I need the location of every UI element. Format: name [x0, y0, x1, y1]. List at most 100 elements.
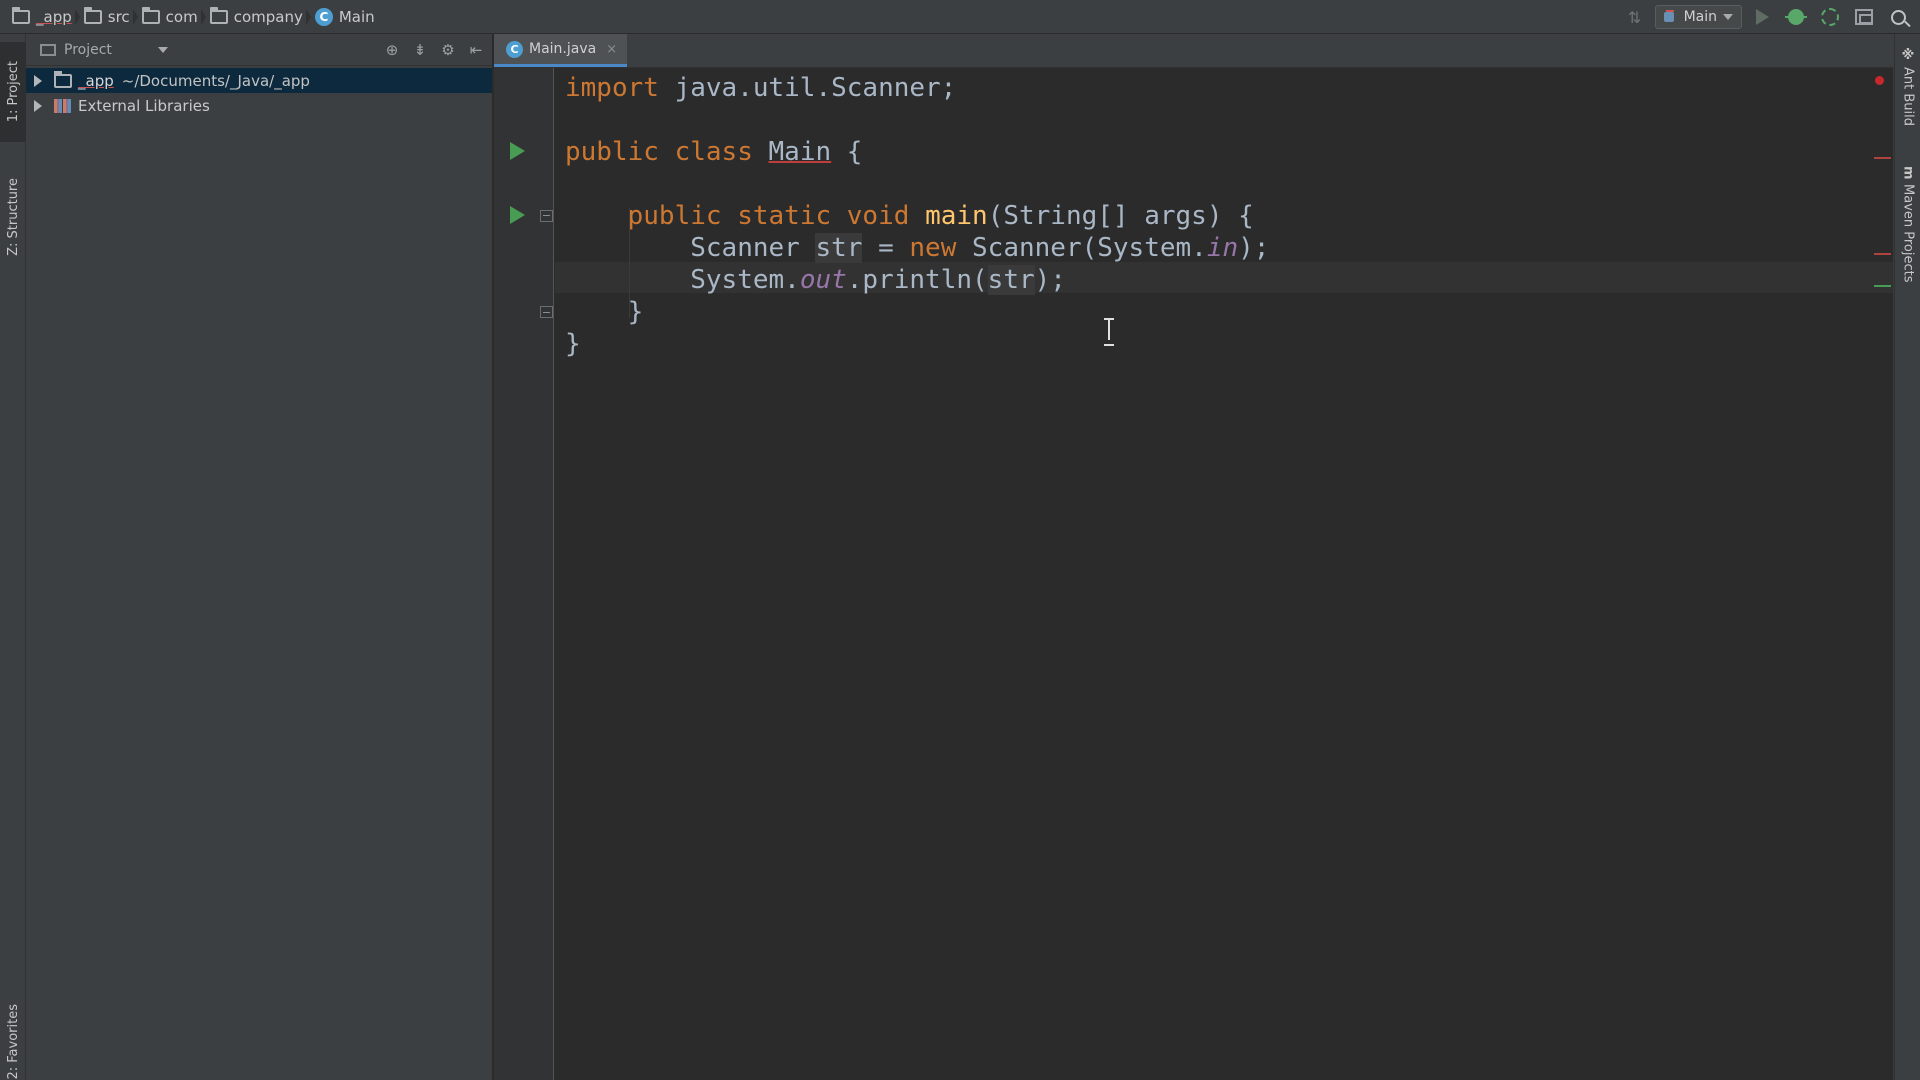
class-icon: C — [314, 7, 333, 26]
editor-tab-bar: C Main.java × — [494, 34, 1894, 68]
chevron-down-icon — [1723, 14, 1733, 20]
tool-tab-label: Maven Projects — [1900, 183, 1916, 283]
static-field: out — [799, 265, 847, 295]
project-view-select[interactable]: Project — [64, 42, 112, 58]
code-text: .println( — [846, 265, 988, 295]
keyword: public — [565, 137, 659, 167]
tool-tab-label: Z: Structure — [5, 178, 21, 256]
breadcrumb-label: Main — [338, 7, 375, 26]
scroll-from-source-icon[interactable]: ⊕ — [384, 41, 400, 59]
code-text: { — [831, 137, 863, 167]
class-name: Main — [768, 137, 832, 167]
vcs-update-icon[interactable]: ⇅ — [1621, 4, 1649, 30]
tool-tab-favorites[interactable]: 2: Favorites — [0, 964, 26, 1080]
code-editor[interactable]: import java.util.Scanner; public class M… — [555, 68, 1893, 1080]
tool-tab-label: Ant Build — [1900, 67, 1916, 126]
breadcrumb-app[interactable]: _app — [12, 0, 84, 33]
breadcrumb-main[interactable]: C Main — [314, 0, 387, 33]
left-tool-stripe: 1: Project Z: Structure 2: Favorites — [0, 34, 26, 1080]
project-tree: _app ~/Documents/_Java/_app External Lib… — [26, 66, 492, 118]
libraries-icon — [54, 98, 72, 113]
variable: str — [987, 265, 1035, 295]
hide-panel-icon[interactable]: ⇤ — [468, 41, 484, 59]
editor-tab-label: Main.java — [529, 41, 597, 57]
collapse-all-icon[interactable]: ⇟ — [412, 41, 428, 59]
code-line-1: import java.util.Scanner; — [565, 72, 956, 104]
expand-arrow-icon[interactable] — [34, 74, 42, 87]
folder-icon — [209, 6, 228, 24]
tree-item-name: External Libraries — [78, 96, 210, 115]
error-mark[interactable] — [1874, 157, 1891, 159]
tree-item-path: ~/Documents/_Java/_app — [121, 71, 310, 90]
breadcrumb-company[interactable]: company — [209, 0, 315, 33]
right-tool-stripe: ※ Ant Build m Maven Projects — [1894, 34, 1920, 1080]
error-mark[interactable] — [1874, 253, 1891, 255]
breadcrumb-label: _app — [36, 7, 72, 26]
tool-tab-ant-build[interactable]: ※ Ant Build — [1895, 48, 1920, 126]
gear-icon[interactable]: ⚙ — [440, 41, 456, 59]
ant-icon: ※ — [1900, 48, 1916, 63]
breadcrumb-label: src — [107, 7, 130, 26]
chevron-down-icon[interactable] — [157, 46, 168, 53]
variable: str — [815, 233, 863, 263]
project-view-icon — [40, 43, 56, 56]
editor-tab-main-java[interactable]: C Main.java × — [494, 34, 628, 67]
keyword: void — [846, 201, 910, 231]
run-class-icon[interactable] — [510, 142, 525, 160]
keyword: class — [674, 137, 753, 167]
tool-tab-structure[interactable]: Z: Structure — [0, 162, 26, 272]
bug-icon — [1785, 9, 1807, 25]
caret-mark — [1874, 285, 1891, 287]
code-text: } — [565, 329, 581, 359]
tree-item-app[interactable]: _app ~/Documents/_Java/_app — [26, 68, 492, 93]
tree-item-name: _app — [78, 71, 114, 90]
coverage-icon — [1821, 8, 1839, 26]
tool-tab-maven-projects[interactable]: m Maven Projects — [1895, 166, 1920, 282]
run-method-icon[interactable] — [510, 206, 525, 224]
fold-marker-icon[interactable] — [540, 210, 553, 222]
keyword: public — [627, 201, 722, 231]
folder-icon — [12, 6, 30, 24]
tree-item-external-libraries[interactable]: External Libraries — [26, 93, 492, 118]
code-line-9: } — [565, 328, 581, 360]
tool-tab-project[interactable]: 1: Project — [0, 42, 26, 142]
code-text: java.util.Scanner; — [658, 73, 957, 103]
code-text: (String[] args) { — [987, 201, 1254, 231]
keyword: import — [565, 73, 659, 103]
code-text: System. — [690, 265, 800, 295]
code-line-5: public static void main(String[] args) { — [565, 200, 1254, 232]
class-icon: C — [506, 40, 523, 58]
code-text: ); — [1238, 233, 1270, 263]
module-folder-icon — [54, 70, 72, 88]
folder-icon — [141, 6, 160, 24]
code-line-8: } — [565, 296, 644, 328]
run-button[interactable] — [1748, 4, 1776, 30]
text-cursor-icon — [1103, 318, 1115, 346]
project-panel-header: Project ⊕ ⇟ ⚙ ⇤ — [26, 34, 492, 66]
close-icon[interactable]: × — [606, 42, 617, 57]
code-line-3: public class Main { — [565, 136, 862, 168]
code-line-6: Scanner str = new Scanner(System.in); — [565, 232, 1269, 264]
code-text: Scanner(System. — [956, 233, 1207, 263]
code-text: ); — [1034, 265, 1066, 295]
code-line-7: System.out.println(str); — [565, 264, 1066, 296]
breadcrumb-com[interactable]: com — [141, 0, 210, 33]
search-everywhere-button[interactable] — [1884, 4, 1912, 30]
code-text: = — [862, 233, 910, 263]
application-icon — [1663, 10, 1678, 24]
maven-icon: m — [1900, 166, 1916, 180]
fold-marker-icon[interactable] — [540, 306, 553, 318]
folder-icon — [83, 6, 102, 24]
project-panel: Project ⊕ ⇟ ⚙ ⇤ _app ~/Documents/_Java/_… — [26, 34, 493, 1080]
project-structure-button[interactable] — [1850, 4, 1878, 30]
run-configuration-select[interactable]: Main — [1654, 5, 1742, 29]
expand-arrow-icon[interactable] — [34, 99, 42, 112]
coverage-button[interactable] — [1816, 4, 1844, 30]
error-indicator-icon[interactable] — [1875, 76, 1884, 85]
project-panel-tools: ⊕ ⇟ ⚙ ⇤ — [384, 34, 484, 66]
debug-button[interactable] — [1782, 4, 1810, 30]
navigation-bar: _app src com company C Main ⇅ Main — [0, 0, 1920, 34]
tool-tab-label: 1: Project — [5, 61, 21, 123]
toolbar-actions: ⇅ Main — [1621, 0, 1920, 34]
breadcrumb-src[interactable]: src — [83, 0, 142, 33]
